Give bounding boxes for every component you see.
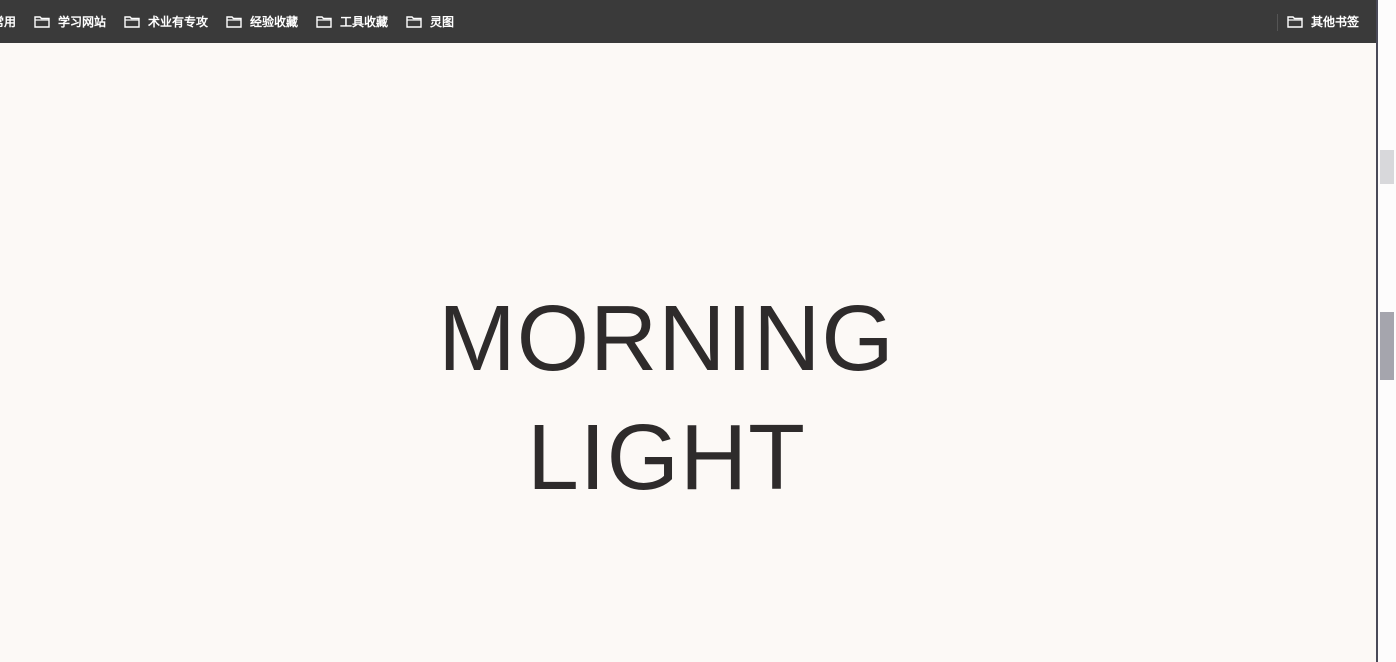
folder-icon bbox=[316, 15, 332, 28]
bookmark-label: 经验收藏 bbox=[250, 15, 299, 29]
bookmark-label: 常用 bbox=[0, 15, 17, 29]
bookmarks-divider bbox=[1277, 14, 1278, 31]
bookmark-folder-tools[interactable]: 工具收藏 bbox=[316, 0, 388, 43]
bookmark-folder-study-sites[interactable]: 学习网站 bbox=[34, 0, 106, 43]
bookmark-folder-specialty[interactable]: 术业有专攻 bbox=[124, 0, 208, 43]
folder-icon bbox=[34, 15, 50, 28]
hero-line-2: LIGHT bbox=[527, 405, 806, 509]
bookmark-folder-other[interactable]: 其他书签 bbox=[1287, 0, 1359, 43]
hero-title: MORNING LIGHT bbox=[0, 279, 1333, 517]
bookmarks-bar: 常用 学习网站 术业有专攻 经验收藏 工具收藏 灵图 其 bbox=[0, 0, 1376, 43]
page-content: MORNING LIGHT bbox=[0, 43, 1376, 662]
bookmark-label: 术业有专攻 bbox=[148, 15, 209, 29]
folder-icon bbox=[406, 15, 422, 28]
bookmark-label: 工具收藏 bbox=[340, 15, 389, 29]
window-edge-border bbox=[1376, 0, 1378, 662]
edge-artifact bbox=[1380, 150, 1394, 184]
edge-artifact bbox=[1380, 312, 1394, 380]
bookmark-folder-lingtu[interactable]: 灵图 bbox=[406, 0, 454, 43]
bookmark-folder-experience[interactable]: 经验收藏 bbox=[226, 0, 298, 43]
folder-icon bbox=[226, 15, 242, 28]
folder-icon bbox=[124, 15, 140, 28]
bookmark-label: 学习网站 bbox=[58, 15, 107, 29]
hero-line-1: MORNING bbox=[438, 286, 895, 390]
bookmark-label: 灵图 bbox=[430, 15, 455, 29]
bookmark-folder-common[interactable]: 常用 bbox=[0, 0, 16, 43]
folder-icon bbox=[1287, 15, 1303, 28]
bookmark-label: 其他书签 bbox=[1311, 15, 1360, 29]
